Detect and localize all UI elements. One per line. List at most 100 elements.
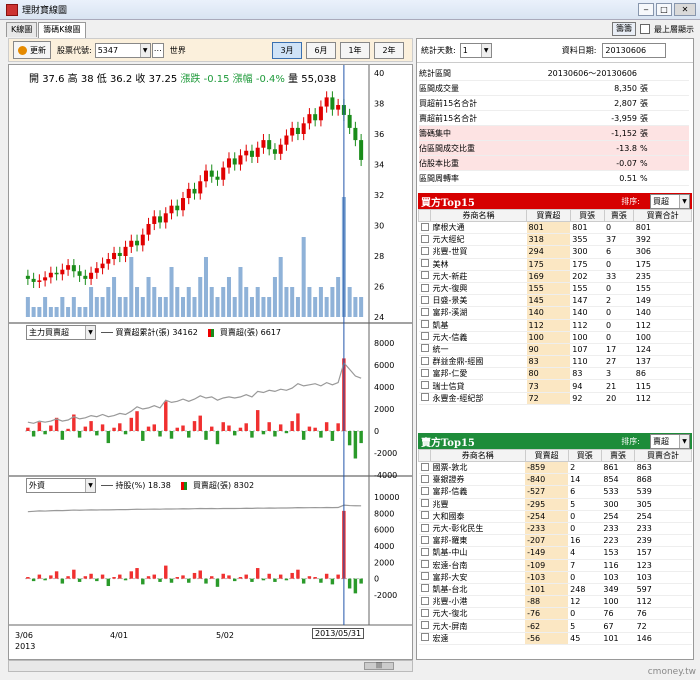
sell-sort-combo[interactable]: 賣超 ▼ <box>650 434 690 449</box>
table-row[interactable]: 凱基-中山 -149 4 153 157 <box>418 546 692 560</box>
table-header[interactable]: 券商名稱 <box>430 449 526 462</box>
table-row[interactable]: 元大-復北 -76 0 76 76 <box>418 607 692 621</box>
table-row[interactable]: 群益金鼎-經國 83 110 27 137 <box>418 355 692 369</box>
table-row[interactable]: 元大-復興 155 155 0 155 <box>418 282 692 296</box>
row-checkbox[interactable] <box>418 619 431 633</box>
horizontal-scrollbar[interactable]: ||| <box>8 660 413 672</box>
row-checkbox[interactable] <box>418 546 431 560</box>
chart-pane[interactable]: 24 26 28 30 32 34 36 38 40 -4000 -2000 0 2000 4000 600… <box>8 64 413 660</box>
row-checkbox[interactable] <box>418 392 431 405</box>
table-row[interactable]: 元大-彰化民生 -233 0 233 233 <box>418 522 692 536</box>
buy-sort-combo[interactable]: 買超 ▼ <box>650 194 690 209</box>
range-3m-button[interactable]: 3月 <box>272 42 302 59</box>
panel2-combo[interactable]: 主力買賣超 ▼ <box>26 325 96 340</box>
chip-button[interactable]: 籌籌 <box>612 22 636 36</box>
table-row[interactable]: 國票-敦北 -859 2 861 863 <box>418 461 692 475</box>
table-row[interactable]: 兆豐-世貿 294 300 6 306 <box>418 245 692 259</box>
refresh-icon <box>18 45 27 55</box>
chip-kline-chart[interactable]: 24 26 28 30 32 34 36 38 40 -4000 -2000 0 2000 4000 600… <box>9 65 412 659</box>
table-header[interactable]: 買賣超 <box>526 209 571 222</box>
table-row[interactable]: 元大-信義 100 100 0 100 <box>418 331 692 344</box>
row-checkbox[interactable] <box>418 559 431 572</box>
table-row[interactable]: 富邦-仁愛 80 83 3 86 <box>418 367 692 381</box>
table-row[interactable]: 宏遠 -56 45 101 146 <box>418 632 692 645</box>
stats-unit: % <box>640 143 648 153</box>
row-checkbox[interactable] <box>418 306 431 320</box>
row-checkbox[interactable] <box>418 498 431 511</box>
table-row[interactable]: 瑞士信貸 73 94 21 115 <box>418 379 692 393</box>
row-checkbox[interactable] <box>418 270 431 283</box>
topmost-checkbox[interactable] <box>640 24 650 34</box>
stock-code-combo[interactable]: 5347 ▼ <box>94 42 151 58</box>
table-row[interactable]: 元大-新莊 169 202 33 235 <box>418 270 692 283</box>
table-header[interactable]: 買賣合計 <box>634 449 692 462</box>
stats-date-field[interactable]: 20130606 <box>602 43 667 58</box>
row-checkbox[interactable] <box>418 607 431 621</box>
row-checkbox[interactable] <box>418 258 431 271</box>
close-button[interactable]: ✕ <box>674 3 696 16</box>
table-header[interactable]: 券商名稱 <box>429 209 528 222</box>
row-checkbox[interactable] <box>418 510 431 523</box>
row-checkbox[interactable] <box>418 522 431 536</box>
table-row[interactable]: 大和國泰 -254 0 254 254 <box>418 510 692 523</box>
stock-search-button[interactable]: ⋯ <box>151 42 164 58</box>
table-row[interactable]: 元大經紀 318 355 37 392 <box>418 233 692 247</box>
row-checkbox[interactable] <box>418 331 431 344</box>
tab-kline[interactable]: K線圖 <box>6 22 38 37</box>
row-checkbox[interactable] <box>418 379 431 393</box>
row-checkbox[interactable] <box>418 233 431 247</box>
row-checkbox[interactable] <box>418 221 431 235</box>
row-checkbox[interactable] <box>418 282 431 296</box>
table-row[interactable]: 摩根大通 801 801 0 801 <box>418 221 692 235</box>
candle-body <box>209 170 214 177</box>
row-checkbox[interactable] <box>418 473 431 487</box>
refresh-button[interactable]: 更新 <box>13 41 51 59</box>
table-row[interactable]: 永豐金-經紀部 72 92 20 112 <box>418 392 692 405</box>
table-row[interactable]: 日盛-景美 145 147 2 149 <box>418 294 692 308</box>
row-checkbox[interactable] <box>418 485 431 499</box>
stats-days-combo[interactable]: 1 ▼ <box>459 43 492 58</box>
table-row[interactable]: 元大-屏南 -62 5 67 72 <box>418 619 692 633</box>
table-row[interactable]: 凱基 112 112 0 112 <box>418 319 692 332</box>
table-row[interactable]: 臺銀證券 -840 14 854 868 <box>418 473 692 487</box>
row-checkbox[interactable] <box>418 343 431 357</box>
row-checkbox[interactable] <box>418 595 431 609</box>
table-header[interactable]: 買張 <box>567 449 602 462</box>
table-row[interactable]: 宏遠-台南 -109 7 116 123 <box>418 559 692 572</box>
range-6m-button[interactable]: 6月 <box>306 42 336 59</box>
table-row[interactable]: 美林 175 175 0 175 <box>418 258 692 271</box>
table-cell: 110 <box>570 355 604 369</box>
table-row[interactable]: 富邦-大安 -103 0 103 103 <box>418 571 692 584</box>
row-checkbox[interactable] <box>418 632 431 645</box>
table-row[interactable]: 富邦-信義 -527 6 533 539 <box>418 485 692 499</box>
table-header[interactable]: 買張 <box>569 209 605 222</box>
row-checkbox[interactable] <box>418 367 431 381</box>
row-checkbox[interactable] <box>418 583 431 597</box>
maximize-button[interactable]: □ <box>656 3 672 16</box>
row-checkbox[interactable] <box>418 294 431 308</box>
row-checkbox[interactable] <box>418 534 431 548</box>
table-row[interactable]: 凱基-台北 -101 248 349 597 <box>418 583 692 597</box>
range-1y-button[interactable]: 1年 <box>340 42 370 59</box>
minimize-button[interactable]: ‒ <box>638 3 654 16</box>
table-header[interactable]: 賣張 <box>603 209 635 222</box>
row-checkbox[interactable] <box>418 355 431 369</box>
table-header[interactable]: 買賣合計 <box>633 209 692 222</box>
row-checkbox[interactable] <box>418 245 431 259</box>
table-header[interactable]: 買賣超 <box>524 449 569 462</box>
tab-chip-kline[interactable]: 籌碼K線圖 <box>38 22 86 38</box>
volume-bar <box>272 277 277 317</box>
panel3-combo[interactable]: 外資 ▼ <box>26 478 96 493</box>
row-checkbox[interactable] <box>418 571 431 584</box>
scrollbar-thumb[interactable]: ||| <box>364 662 394 670</box>
table-row[interactable]: 富邦-溪湖 140 140 0 140 <box>418 306 692 320</box>
row-checkbox[interactable] <box>418 319 431 332</box>
range-2y-button[interactable]: 2年 <box>374 42 404 59</box>
table-row[interactable]: 兆豐-小港 -88 12 100 112 <box>418 595 692 609</box>
volume-bar <box>71 297 76 317</box>
row-checkbox[interactable] <box>418 461 431 475</box>
table-row[interactable]: 富邦-羅東 -207 16 223 239 <box>418 534 692 548</box>
table-row[interactable]: 統一 90 107 17 124 <box>418 343 692 357</box>
table-row[interactable]: 兆豐 -295 5 300 305 <box>418 498 692 511</box>
table-header[interactable]: 賣張 <box>600 449 636 462</box>
